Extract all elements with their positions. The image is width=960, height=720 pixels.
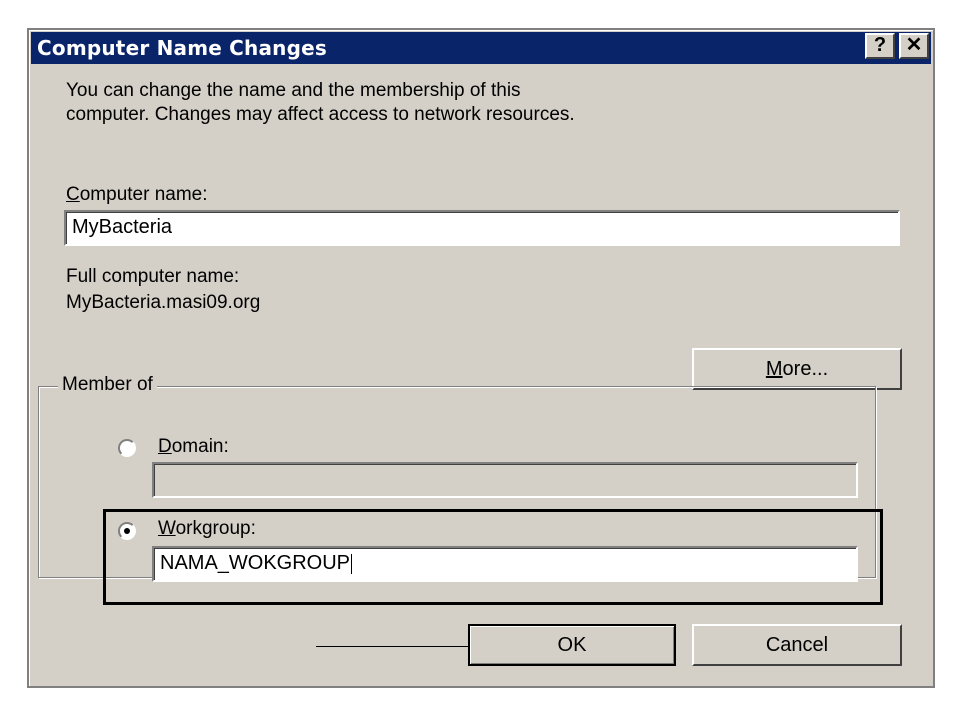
close-button[interactable]: ✕	[899, 33, 929, 59]
member-of-legend: Member of	[58, 374, 157, 396]
full-computer-name-value: MyBacteria.masi09.org	[66, 292, 261, 313]
computer-name-label-text: omputer name:	[79, 184, 208, 205]
more-label: ore...	[782, 358, 829, 380]
more-access-key: M	[765, 358, 783, 380]
domain-label: Domain:	[158, 436, 229, 458]
close-icon: ✕	[905, 34, 923, 56]
dialog-title: Computer Name Changes	[37, 36, 328, 60]
title-bar[interactable]: Computer Name Changes	[31, 32, 931, 64]
domain-label-text: omain:	[171, 436, 229, 457]
computer-name-value: MyBacteria	[72, 216, 173, 238]
question-mark-icon: ?	[873, 34, 887, 56]
intro-text-line-2: computer. Changes may affect access to n…	[66, 104, 575, 125]
intro-text-line-1: You can change the name and the membersh…	[66, 80, 521, 101]
domain-access-key: D	[158, 436, 172, 457]
cancel-button[interactable]: Cancel	[692, 624, 902, 666]
computer-name-label: Computer name:	[66, 184, 208, 206]
computer-name-access-key: C	[66, 184, 80, 205]
ok-button[interactable]: OK	[468, 624, 676, 666]
full-computer-name-label: Full computer name:	[66, 266, 240, 287]
domain-input[interactable]	[152, 462, 858, 498]
more-button[interactable]: More...	[692, 348, 902, 390]
computer-name-input[interactable]: MyBacteria	[64, 210, 900, 246]
workgroup-highlight-box	[103, 509, 883, 605]
help-button[interactable]: ?	[865, 33, 895, 59]
domain-radio[interactable]	[118, 439, 136, 457]
